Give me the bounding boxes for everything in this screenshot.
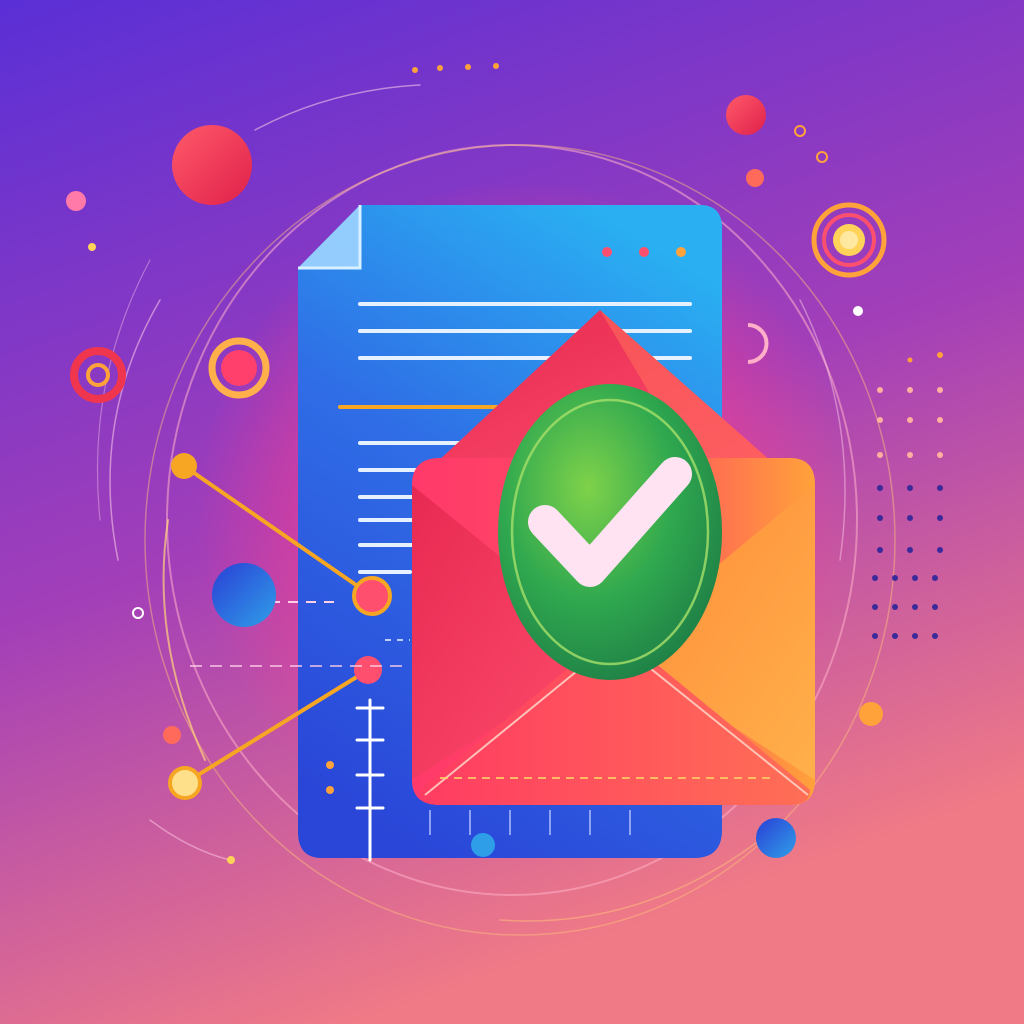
illustration [0,0,1024,1024]
illustration-canvas [0,0,1024,1024]
checkmark-badge [498,384,722,680]
